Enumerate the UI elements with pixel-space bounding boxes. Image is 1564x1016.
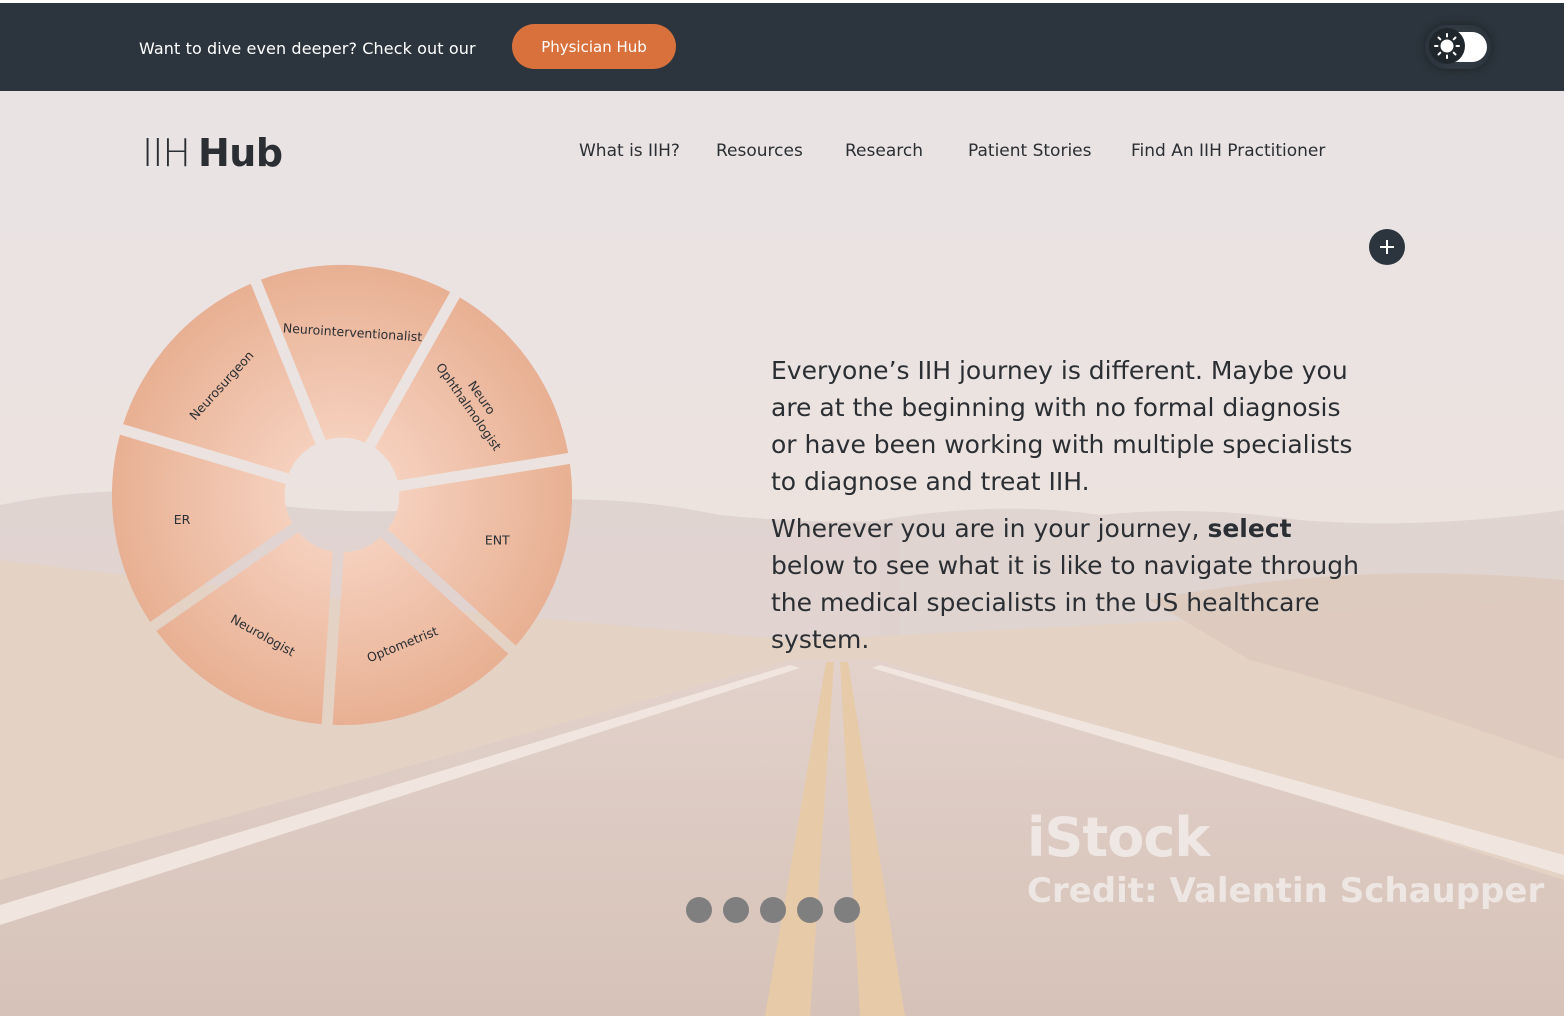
intro-p2-bold: select [1207, 514, 1292, 543]
pagination-dot[interactable] [834, 897, 860, 923]
intro-paragraph-1: Everyone’s IIH journey is different. May… [771, 356, 1353, 496]
add-button[interactable] [1369, 229, 1405, 265]
pagination-dots [686, 897, 860, 923]
nav-resources[interactable]: Resources [716, 141, 803, 161]
pagination-dot[interactable] [723, 897, 749, 923]
watermark-credit: Credit: Valentin Schaupper [1027, 871, 1545, 911]
logo-hub: Hub [198, 131, 283, 175]
pagination-dot[interactable] [797, 897, 823, 923]
istock-watermark: iStock Credit: Valentin Schaupper [1027, 806, 1544, 911]
intro-paragraph-2: Wherever you are in your journey, select… [771, 510, 1371, 658]
watermark-brand: iStock [1027, 806, 1210, 869]
main-nav: IIH Hub What is IIH? Resources Research … [0, 91, 1564, 211]
banner-text: Want to dive even deeper? Check out our [139, 39, 476, 58]
nav-find-practitioner[interactable]: Find An IIH Practitioner [1131, 141, 1325, 161]
top-banner: Want to dive even deeper? Check out our … [0, 0, 1564, 91]
nav-patient-stories[interactable]: Patient Stories [968, 141, 1091, 161]
site-logo[interactable]: IIH Hub [142, 131, 283, 175]
sun-icon [1429, 28, 1465, 64]
nav-research[interactable]: Research [845, 141, 923, 161]
nav-what-is-iih[interactable]: What is IIH? [579, 141, 680, 161]
physician-hub-button[interactable]: Physician Hub [512, 24, 676, 69]
intro-p2-start: Wherever you are in your journey, [771, 514, 1208, 543]
intro-text: Everyone’s IIH journey is different. May… [771, 352, 1371, 668]
logo-iih: IIH [142, 131, 191, 175]
theme-toggle[interactable] [1425, 25, 1491, 69]
intro-p2-end: below to see what it is like to navigate… [771, 551, 1359, 654]
pagination-dot[interactable] [760, 897, 786, 923]
plus-icon [1380, 240, 1394, 254]
pagination-dot[interactable] [686, 897, 712, 923]
